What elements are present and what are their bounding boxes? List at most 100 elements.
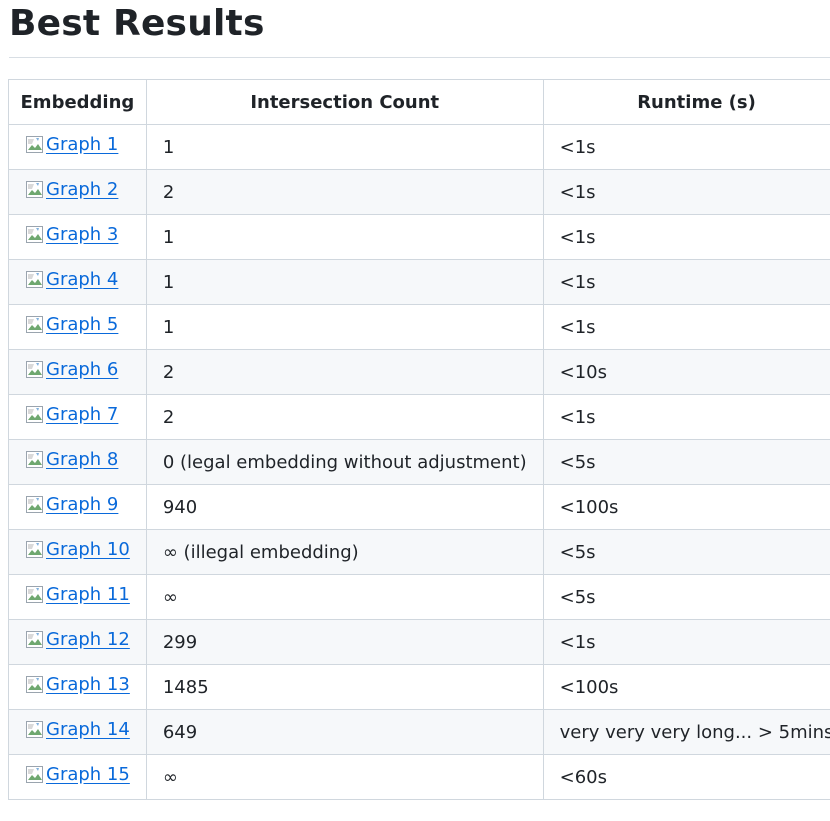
page-title: Best Results bbox=[9, 3, 265, 44]
runtime-cell: <100s bbox=[542, 484, 830, 530]
embedding-cell: Graph 6 bbox=[8, 349, 147, 395]
graph-link-label: Graph 10 bbox=[46, 539, 130, 560]
results-table: Embedding Intersection Count Runtime (s)… bbox=[8, 79, 830, 800]
table-row: Graph 8 0 (legal embedding without adjus… bbox=[8, 439, 830, 485]
graph-link-label: Graph 13 bbox=[46, 674, 130, 695]
embedding-cell: Graph 7 bbox=[8, 394, 147, 440]
broken-image-icon bbox=[25, 225, 45, 245]
runtime-cell: <1s bbox=[542, 169, 830, 215]
graph-link[interactable]: Graph 13 bbox=[25, 674, 130, 695]
broken-image-icon bbox=[25, 495, 45, 515]
broken-image-icon bbox=[25, 180, 45, 200]
runtime-cell: <1s bbox=[542, 214, 830, 260]
table-header: Embedding Intersection Count Runtime (s) bbox=[8, 79, 830, 125]
runtime-cell: <1s bbox=[542, 619, 830, 665]
intersection-count-cell: ∞ bbox=[145, 574, 544, 620]
graph-link-label: Graph 3 bbox=[46, 224, 119, 245]
graph-link-label: Graph 9 bbox=[46, 494, 119, 515]
table-row: Graph 11 ∞ <5s bbox=[8, 574, 830, 620]
table-row: Graph 1 1 <1s bbox=[8, 124, 830, 170]
graph-link[interactable]: Graph 5 bbox=[25, 314, 118, 335]
intersection-count-cell: ∞ (illegal embedding) bbox=[145, 529, 544, 575]
column-header-runtime: Runtime (s) bbox=[542, 79, 830, 125]
graph-link-label: Graph 2 bbox=[46, 179, 119, 200]
graph-link[interactable]: Graph 4 bbox=[25, 269, 118, 290]
runtime-cell: <1s bbox=[542, 394, 830, 440]
table-row: Graph 15 ∞ <60s bbox=[8, 754, 830, 800]
table-row: Graph 9 940 <100s bbox=[8, 484, 830, 530]
graph-link[interactable]: Graph 2 bbox=[25, 179, 118, 200]
table-row: Graph 7 2 <1s bbox=[8, 394, 830, 440]
graph-link-label: Graph 5 bbox=[46, 314, 119, 335]
embedding-cell: Graph 2 bbox=[8, 169, 147, 215]
intersection-count-cell: 299 bbox=[145, 619, 544, 665]
runtime-cell: <60s bbox=[542, 754, 830, 800]
embedding-cell: Graph 15 bbox=[8, 754, 147, 800]
embedding-cell: Graph 13 bbox=[8, 664, 147, 710]
graph-link[interactable]: Graph 9 bbox=[25, 494, 118, 515]
page: Best Results Embedding Intersection Coun… bbox=[0, 0, 830, 821]
graph-link[interactable]: Graph 8 bbox=[25, 449, 118, 470]
graph-link[interactable]: Graph 15 bbox=[25, 764, 130, 785]
intersection-count-cell: ∞ bbox=[145, 754, 544, 800]
table-row: Graph 3 1 <1s bbox=[8, 214, 830, 260]
intersection-count-cell: 1485 bbox=[145, 664, 544, 710]
intersection-count-cell: 2 bbox=[145, 349, 544, 395]
embedding-cell: Graph 10 bbox=[8, 529, 147, 575]
runtime-cell: <5s bbox=[542, 574, 830, 620]
table-row: Graph 2 2 <1s bbox=[8, 169, 830, 215]
embedding-cell: Graph 14 bbox=[8, 709, 147, 755]
intersection-count-cell: 649 bbox=[145, 709, 544, 755]
graph-link-label: Graph 15 bbox=[46, 764, 130, 785]
intersection-count-cell: 2 bbox=[145, 394, 544, 440]
table-body: Graph 1 1 <1s Graph 2 2 <1s Graph 3 1 <1… bbox=[8, 124, 830, 800]
intersection-count-cell: 1 bbox=[145, 124, 544, 170]
graph-link[interactable]: Graph 10 bbox=[25, 539, 130, 560]
intersection-count-cell: 1 bbox=[145, 304, 544, 350]
graph-link[interactable]: Graph 14 bbox=[25, 719, 130, 740]
embedding-cell: Graph 8 bbox=[8, 439, 147, 485]
graph-link[interactable]: Graph 3 bbox=[25, 224, 118, 245]
table-row: Graph 4 1 <1s bbox=[8, 259, 830, 305]
intersection-count-cell: 0 (legal embedding without adjustment) bbox=[145, 439, 544, 485]
embedding-cell: Graph 3 bbox=[8, 214, 147, 260]
graph-link[interactable]: Graph 1 bbox=[25, 134, 118, 155]
embedding-cell: Graph 9 bbox=[8, 484, 147, 530]
header-row: Embedding Intersection Count Runtime (s) bbox=[8, 79, 830, 125]
graph-link[interactable]: Graph 12 bbox=[25, 629, 130, 650]
runtime-cell: <1s bbox=[542, 259, 830, 305]
graph-link-label: Graph 11 bbox=[46, 584, 130, 605]
broken-image-icon bbox=[25, 585, 45, 605]
intersection-count-cell: 940 bbox=[145, 484, 544, 530]
broken-image-icon bbox=[25, 720, 45, 740]
broken-image-icon bbox=[25, 675, 45, 695]
graph-link-label: Graph 6 bbox=[46, 359, 119, 380]
runtime-cell: very very very long... > 5mins bbox=[542, 709, 830, 755]
embedding-cell: Graph 4 bbox=[8, 259, 147, 305]
runtime-cell: <5s bbox=[542, 439, 830, 485]
broken-image-icon bbox=[25, 450, 45, 470]
broken-image-icon bbox=[25, 315, 45, 335]
broken-image-icon bbox=[25, 270, 45, 290]
graph-link[interactable]: Graph 7 bbox=[25, 404, 118, 425]
runtime-cell: <5s bbox=[542, 529, 830, 575]
graph-link[interactable]: Graph 11 bbox=[25, 584, 130, 605]
embedding-cell: Graph 1 bbox=[8, 124, 147, 170]
table-row: Graph 12 299 <1s bbox=[8, 619, 830, 665]
runtime-cell: <1s bbox=[542, 304, 830, 350]
graph-link-label: Graph 14 bbox=[46, 719, 130, 740]
broken-image-icon bbox=[25, 405, 45, 425]
table-row: Graph 13 1485 <100s bbox=[8, 664, 830, 710]
broken-image-icon bbox=[25, 630, 45, 650]
graph-link-label: Graph 7 bbox=[46, 404, 119, 425]
runtime-cell: <10s bbox=[542, 349, 830, 395]
broken-image-icon bbox=[25, 360, 45, 380]
broken-image-icon bbox=[25, 135, 45, 155]
table-row: Graph 6 2 <10s bbox=[8, 349, 830, 395]
graph-link[interactable]: Graph 6 bbox=[25, 359, 118, 380]
column-header-intersection-count: Intersection Count bbox=[145, 79, 544, 125]
intersection-count-cell: 1 bbox=[145, 259, 544, 305]
broken-image-icon bbox=[25, 540, 45, 560]
title-divider bbox=[9, 57, 830, 58]
runtime-cell: <100s bbox=[542, 664, 830, 710]
